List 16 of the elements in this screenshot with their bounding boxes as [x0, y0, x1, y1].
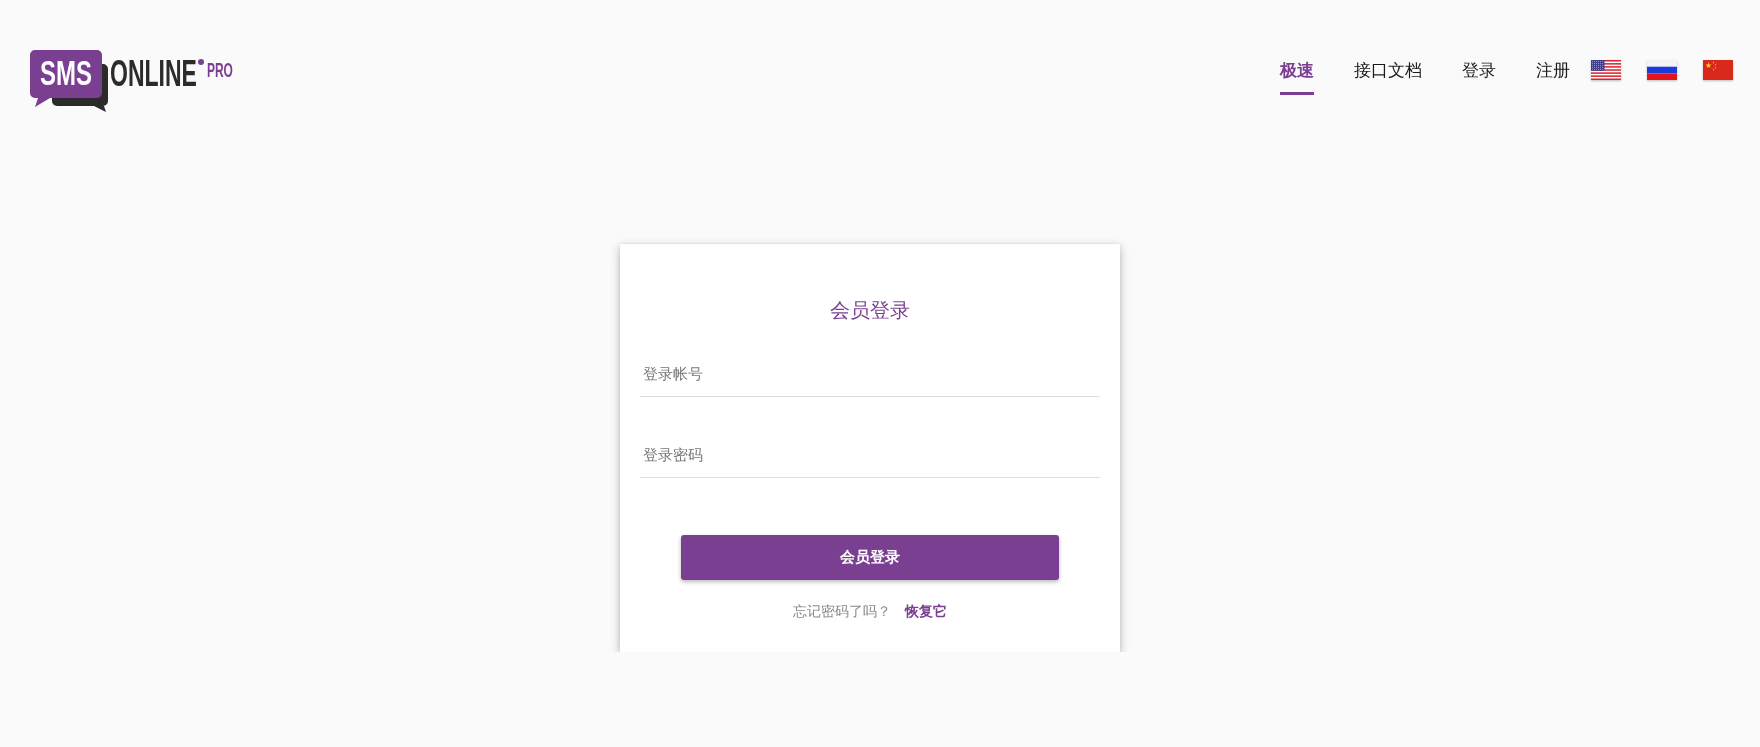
input-field[interactable]: 登录密码: [640, 433, 1100, 478]
logo-text: PRO: [206, 60, 233, 81]
nav-link[interactable]: 登录: [1462, 60, 1496, 95]
card-title: 会员登录: [829, 297, 911, 324]
dot-icon: [197, 59, 204, 65]
chat-bubble-logo: SMS: [30, 50, 108, 112]
usa-flag-icon[interactable]: [1591, 60, 1621, 80]
nav-link[interactable]: 接口文档: [1354, 60, 1422, 95]
forgot-password-text: 忘记密码了吗？: [793, 602, 891, 621]
russia-flag-icon[interactable]: [1647, 60, 1677, 80]
nav-link[interactable]: 注册: [1536, 60, 1570, 95]
input-field[interactable]: 登录帐号: [640, 352, 1100, 397]
login-button[interactable]: 会员登录: [681, 535, 1059, 580]
recover-link[interactable]: 恢复它: [905, 601, 947, 621]
nav-link[interactable]: 极速: [1280, 60, 1314, 95]
logo-text: ONLINE: [110, 56, 197, 93]
